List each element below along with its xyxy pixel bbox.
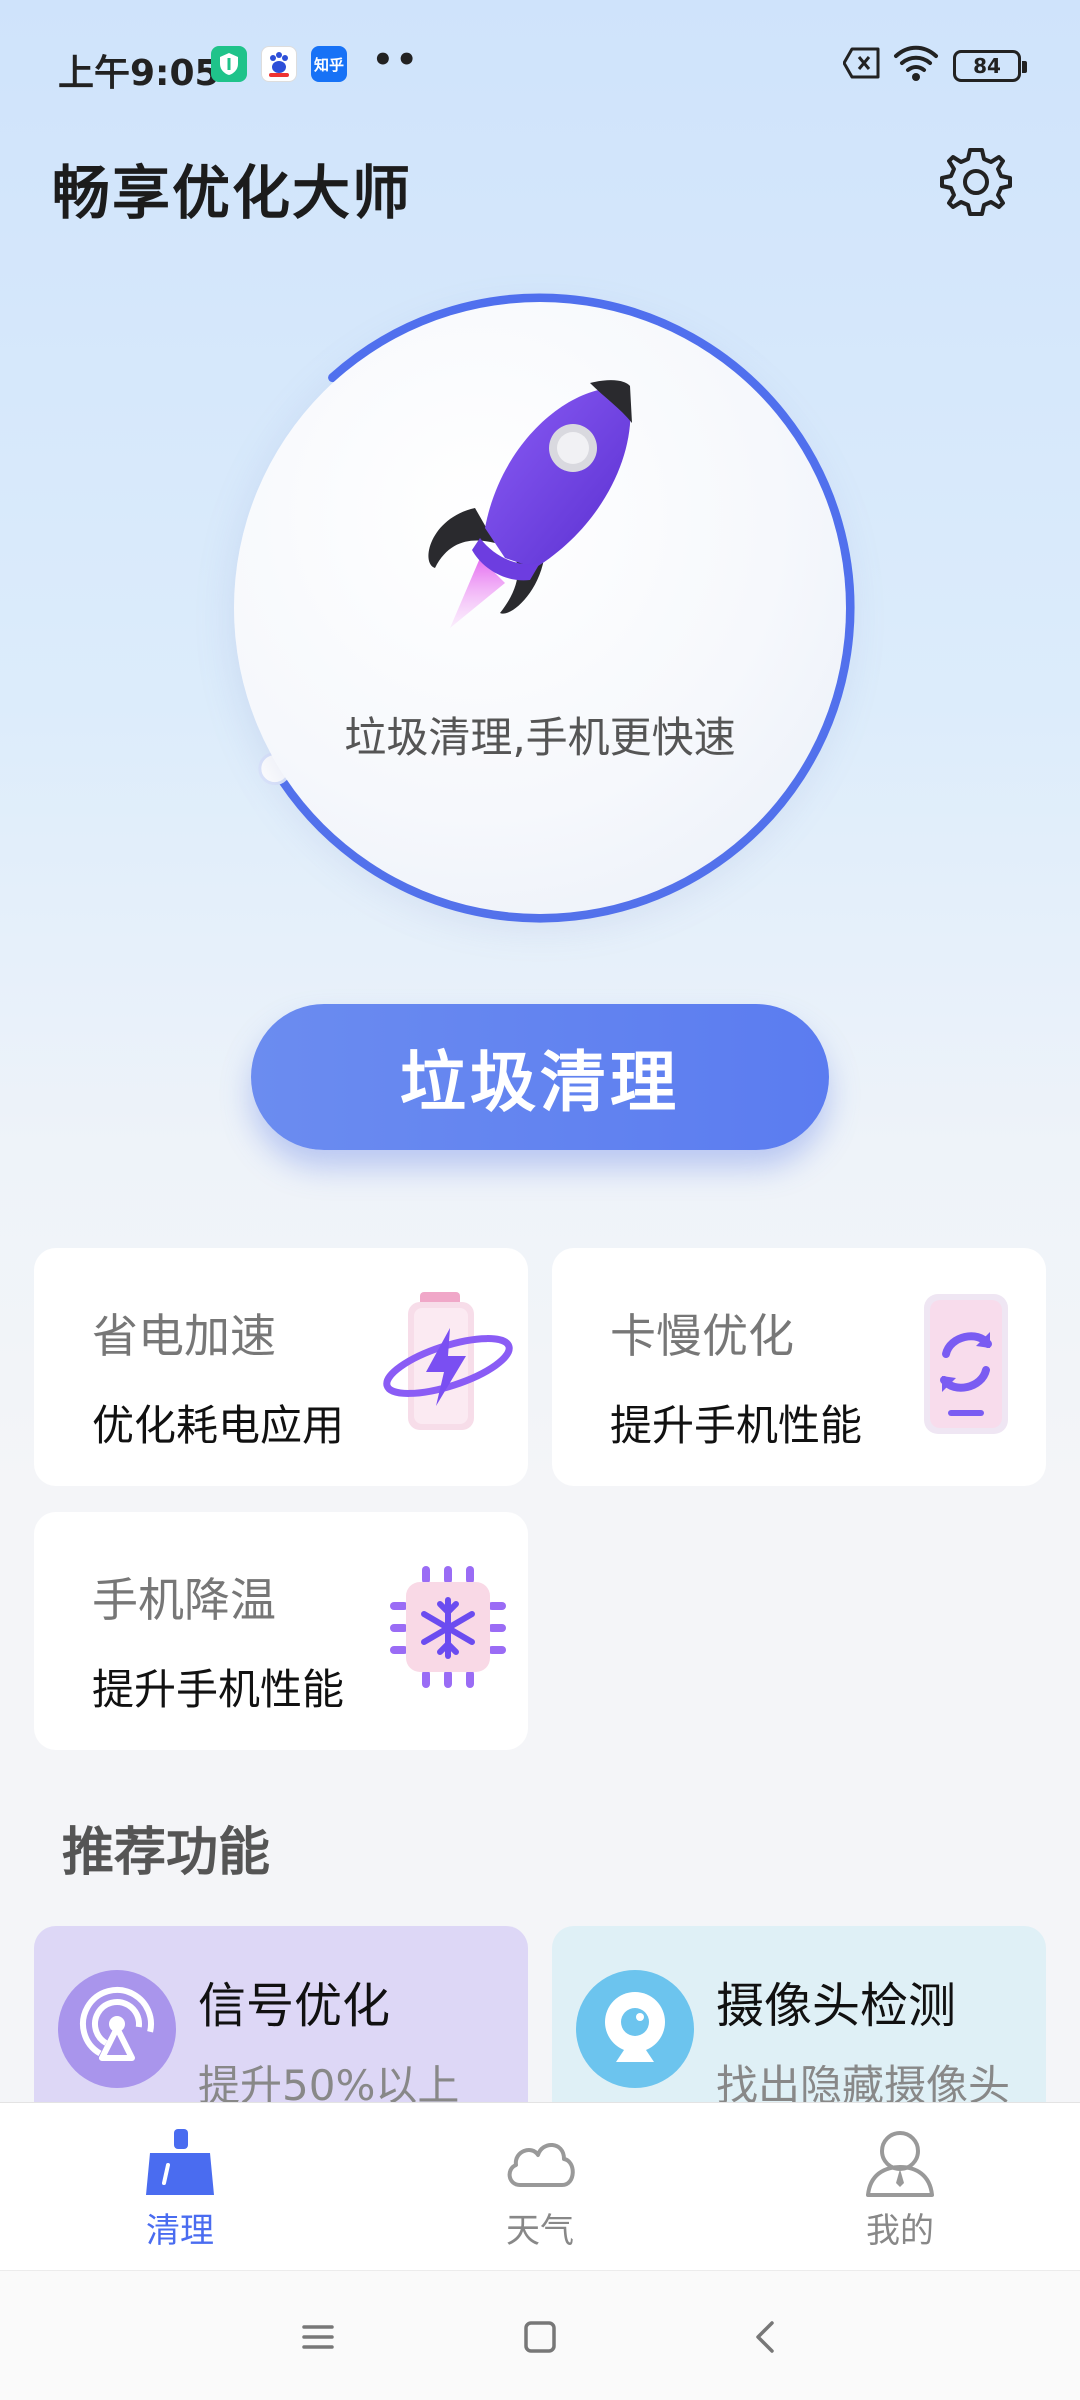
rocket-icon [428, 380, 632, 628]
feature-subtitle: 提升手机性能 [610, 1401, 863, 1450]
section-title-recommended: 推荐功能 [62, 1823, 271, 1883]
junk-clean-button[interactable]: 垃圾清理 [251, 1004, 829, 1150]
status-bar: 上午9:05 知乎 •• 84 [0, 0, 1080, 130]
cloud-icon [507, 2143, 575, 2187]
feature-subtitle: 提升手机性能 [92, 1665, 345, 1714]
tab-label: 清理 [146, 2211, 214, 2251]
feature-card-power-saving[interactable]: 省电加速 优化耗电应用 [34, 1248, 528, 1486]
zhihu-app-icon: 知乎 [311, 46, 347, 82]
shield-app-icon [211, 46, 247, 82]
recommend-card-camera[interactable]: 摄像头检测 找出隐藏摄像头 [552, 1926, 1046, 2126]
page-title: 畅享优化大师 [52, 159, 413, 227]
battery-indicator: 84 [953, 50, 1027, 82]
signal-tower-icon [58, 1970, 176, 2088]
system-nav-bar [0, 2270, 1080, 2400]
tab-profile[interactable]: 我的 [800, 2103, 1000, 2271]
gear-icon [940, 148, 1012, 216]
recommend-card-signal[interactable]: 信号优化 提升50%以上 [34, 1926, 528, 2126]
feature-title: 卡慢优化 [610, 1309, 794, 1363]
broom-icon [146, 2129, 214, 2195]
menu-button[interactable] [288, 2307, 348, 2367]
more-notifications-icon: •• [372, 40, 420, 80]
webcam-icon [576, 1970, 694, 2088]
baidu-app-icon [261, 46, 297, 82]
recommend-title: 摄像头检测 [716, 1978, 957, 2034]
home-button[interactable] [510, 2307, 570, 2367]
menu-icon [302, 2325, 334, 2349]
hero-caption: 垃圾清理,手机更快速 [344, 713, 736, 762]
tab-label: 我的 [866, 2211, 934, 2251]
back-chevron-icon [756, 2321, 774, 2353]
battery-bolt-icon [383, 1292, 513, 1430]
feature-card-cooling[interactable]: 手机降温 提升手机性能 [34, 1512, 528, 1750]
tab-weather[interactable]: 天气 [440, 2103, 640, 2271]
cleaning-progress-circle[interactable]: 垃圾清理,手机更快速 [220, 288, 860, 928]
bottom-nav: 清理 天气 我的 [0, 2102, 1080, 2270]
status-time: 上午9:05 [58, 53, 220, 94]
wifi-icon [893, 44, 939, 86]
chip-snowflake-icon [390, 1566, 506, 1688]
phone-refresh-icon [924, 1294, 1008, 1434]
feature-title: 手机降温 [92, 1573, 276, 1627]
feature-title: 省电加速 [92, 1309, 276, 1363]
settings-button[interactable] [936, 142, 1016, 222]
no-sim-icon [842, 46, 881, 84]
feature-card-lag-optimize[interactable]: 卡慢优化 提升手机性能 [552, 1248, 1046, 1486]
user-icon [866, 2131, 934, 2197]
recommend-title: 信号优化 [198, 1978, 391, 2034]
home-square-icon [524, 2321, 556, 2353]
feature-subtitle: 优化耗电应用 [92, 1401, 345, 1450]
tab-clean[interactable]: 清理 [80, 2103, 280, 2271]
tab-label: 天气 [506, 2211, 574, 2251]
back-button[interactable] [736, 2307, 796, 2367]
